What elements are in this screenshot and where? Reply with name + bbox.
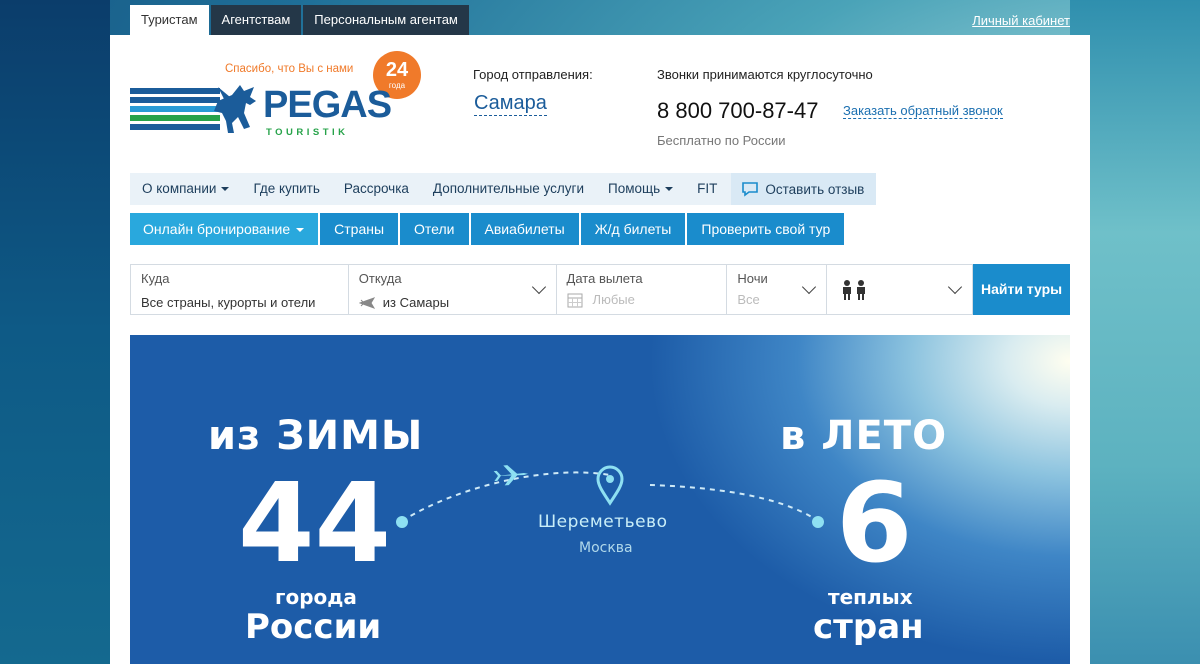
origin-label: Откуда — [358, 271, 402, 286]
menu-item-label: Дополнительные услуги — [432, 181, 584, 196]
nights-field[interactable]: Ночи Все — [727, 265, 828, 314]
banner-right-heading: в ЛЕТО — [780, 413, 948, 459]
menu-item-label: FIT — [697, 181, 718, 196]
banner-right-number: 6 — [836, 459, 913, 587]
find-tours-button[interactable]: Найти туры — [973, 264, 1070, 315]
site-logo[interactable]: Спасибо, что Вы с нами 24 года PEGAS TOU… — [130, 51, 430, 165]
menu-item-label: Помощь — [607, 181, 661, 196]
chevron-down-icon — [802, 279, 817, 295]
personal-cabinet-link[interactable]: Личный кабинет — [972, 13, 1070, 28]
callback-link[interactable]: Заказать обратный звонок — [843, 103, 1003, 119]
info-menu: О компании Где купить Рассрочка Дополнит… — [130, 173, 877, 205]
banner-left-heading: из ЗИМЫ — [208, 413, 424, 459]
nav-check-tour[interactable]: Проверить свой тур — [687, 213, 845, 245]
departure-city-selector[interactable]: Самара — [474, 91, 547, 116]
main-nav: Онлайн бронирование Страны Отели Авиабил… — [130, 213, 845, 245]
logo-subtitle: TOURISTIK — [266, 127, 349, 138]
location-pin-icon — [596, 465, 624, 506]
banner-right-caption: теплых — [828, 585, 913, 609]
origin-field[interactable]: Откуда из Самары — [349, 265, 557, 314]
banner-left-subject: России — [245, 607, 382, 647]
free-call-label: Бесплатно по России — [657, 133, 786, 148]
departure-date-value: Любые — [592, 292, 635, 307]
banner-left-caption: города — [275, 585, 357, 609]
nav-online-booking[interactable]: Онлайн бронирование — [130, 213, 319, 245]
menu-item-installment[interactable]: Рассрочка — [332, 173, 421, 205]
menu-item-label: Где купить — [253, 181, 320, 196]
pegasus-icon — [214, 85, 256, 133]
caret-down-icon — [665, 187, 674, 192]
nav-hotels[interactable]: Отели — [400, 213, 469, 245]
badge-number: 24 — [385, 59, 409, 81]
logo-stripes — [130, 88, 220, 136]
menu-item-help[interactable]: Помощь — [596, 173, 685, 205]
tab-agencies[interactable]: Агентствам — [210, 5, 302, 35]
origin-value: из Самары — [382, 295, 450, 310]
nights-label: Ночи — [737, 271, 768, 286]
tourists-icon — [843, 280, 866, 300]
nav-train-tickets[interactable]: Ж/д билеты — [580, 213, 686, 245]
banner-left-number: 44 — [238, 459, 392, 587]
audience-tabs: Туристам Агентствам Персональным агентам — [130, 5, 469, 35]
logo-wordmark: PEGAS — [263, 84, 392, 126]
banner-airport: Шереметьево — [538, 512, 668, 532]
destination-field[interactable]: Куда Все страны, курорты и отели — [131, 265, 349, 314]
menu-item-about[interactable]: О компании — [130, 173, 241, 205]
tourists-field[interactable] — [827, 265, 974, 314]
promo-banner[interactable]: из ЗИМЫ в ЛЕТО 44 6 города России теплых… — [130, 335, 1070, 664]
nav-flights[interactable]: Авиабилеты — [470, 213, 579, 245]
caret-down-icon — [221, 187, 230, 192]
tour-search-form: Куда Все страны, курорты и отели Откуда … — [130, 264, 1070, 315]
tab-personal-agents[interactable]: Персональным агентам — [303, 5, 469, 35]
nav-countries[interactable]: Страны — [320, 213, 399, 245]
calls-label: Звонки принимаются круглосуточно — [657, 67, 873, 82]
tab-tourists[interactable]: Туристам — [130, 5, 209, 35]
leave-feedback-button[interactable]: Оставить отзыв — [731, 173, 877, 205]
speech-bubble-icon — [742, 182, 759, 197]
phone-number: 8 800 700-87-47 — [657, 98, 819, 123]
banner-right-subject: стран — [813, 607, 924, 647]
banner-city: Москва — [579, 540, 633, 556]
menu-item-fit[interactable]: FIT — [685, 173, 729, 205]
destination-label: Куда — [141, 271, 170, 286]
departure-date-label: Дата вылета — [566, 271, 643, 286]
nav-item-label: Онлайн бронирование — [143, 221, 291, 237]
main-panel: Спасибо, что Вы с нами 24 года PEGAS TOU… — [110, 35, 1090, 664]
nights-value: Все — [737, 292, 760, 307]
chevron-down-icon — [531, 279, 546, 295]
destination-input[interactable]: Все страны, курорты и отели — [141, 295, 315, 310]
caret-down-icon — [296, 228, 305, 233]
feedback-label: Оставить отзыв — [765, 181, 865, 197]
page-background-left — [0, 0, 110, 664]
departure-label: Город отправления: — [473, 67, 593, 82]
menu-item-extra-services[interactable]: Дополнительные услуги — [421, 173, 596, 205]
slogan: Спасибо, что Вы с нами — [225, 63, 354, 75]
menu-item-label: О компании — [142, 181, 217, 196]
chevron-down-icon — [948, 279, 963, 295]
departure-date-field[interactable]: Дата вылета Любые — [557, 265, 728, 314]
calendar-icon — [567, 293, 583, 308]
menu-item-where-to-buy[interactable]: Где купить — [241, 173, 331, 205]
plane-icon — [358, 297, 375, 309]
menu-item-label: Рассрочка — [343, 181, 409, 196]
